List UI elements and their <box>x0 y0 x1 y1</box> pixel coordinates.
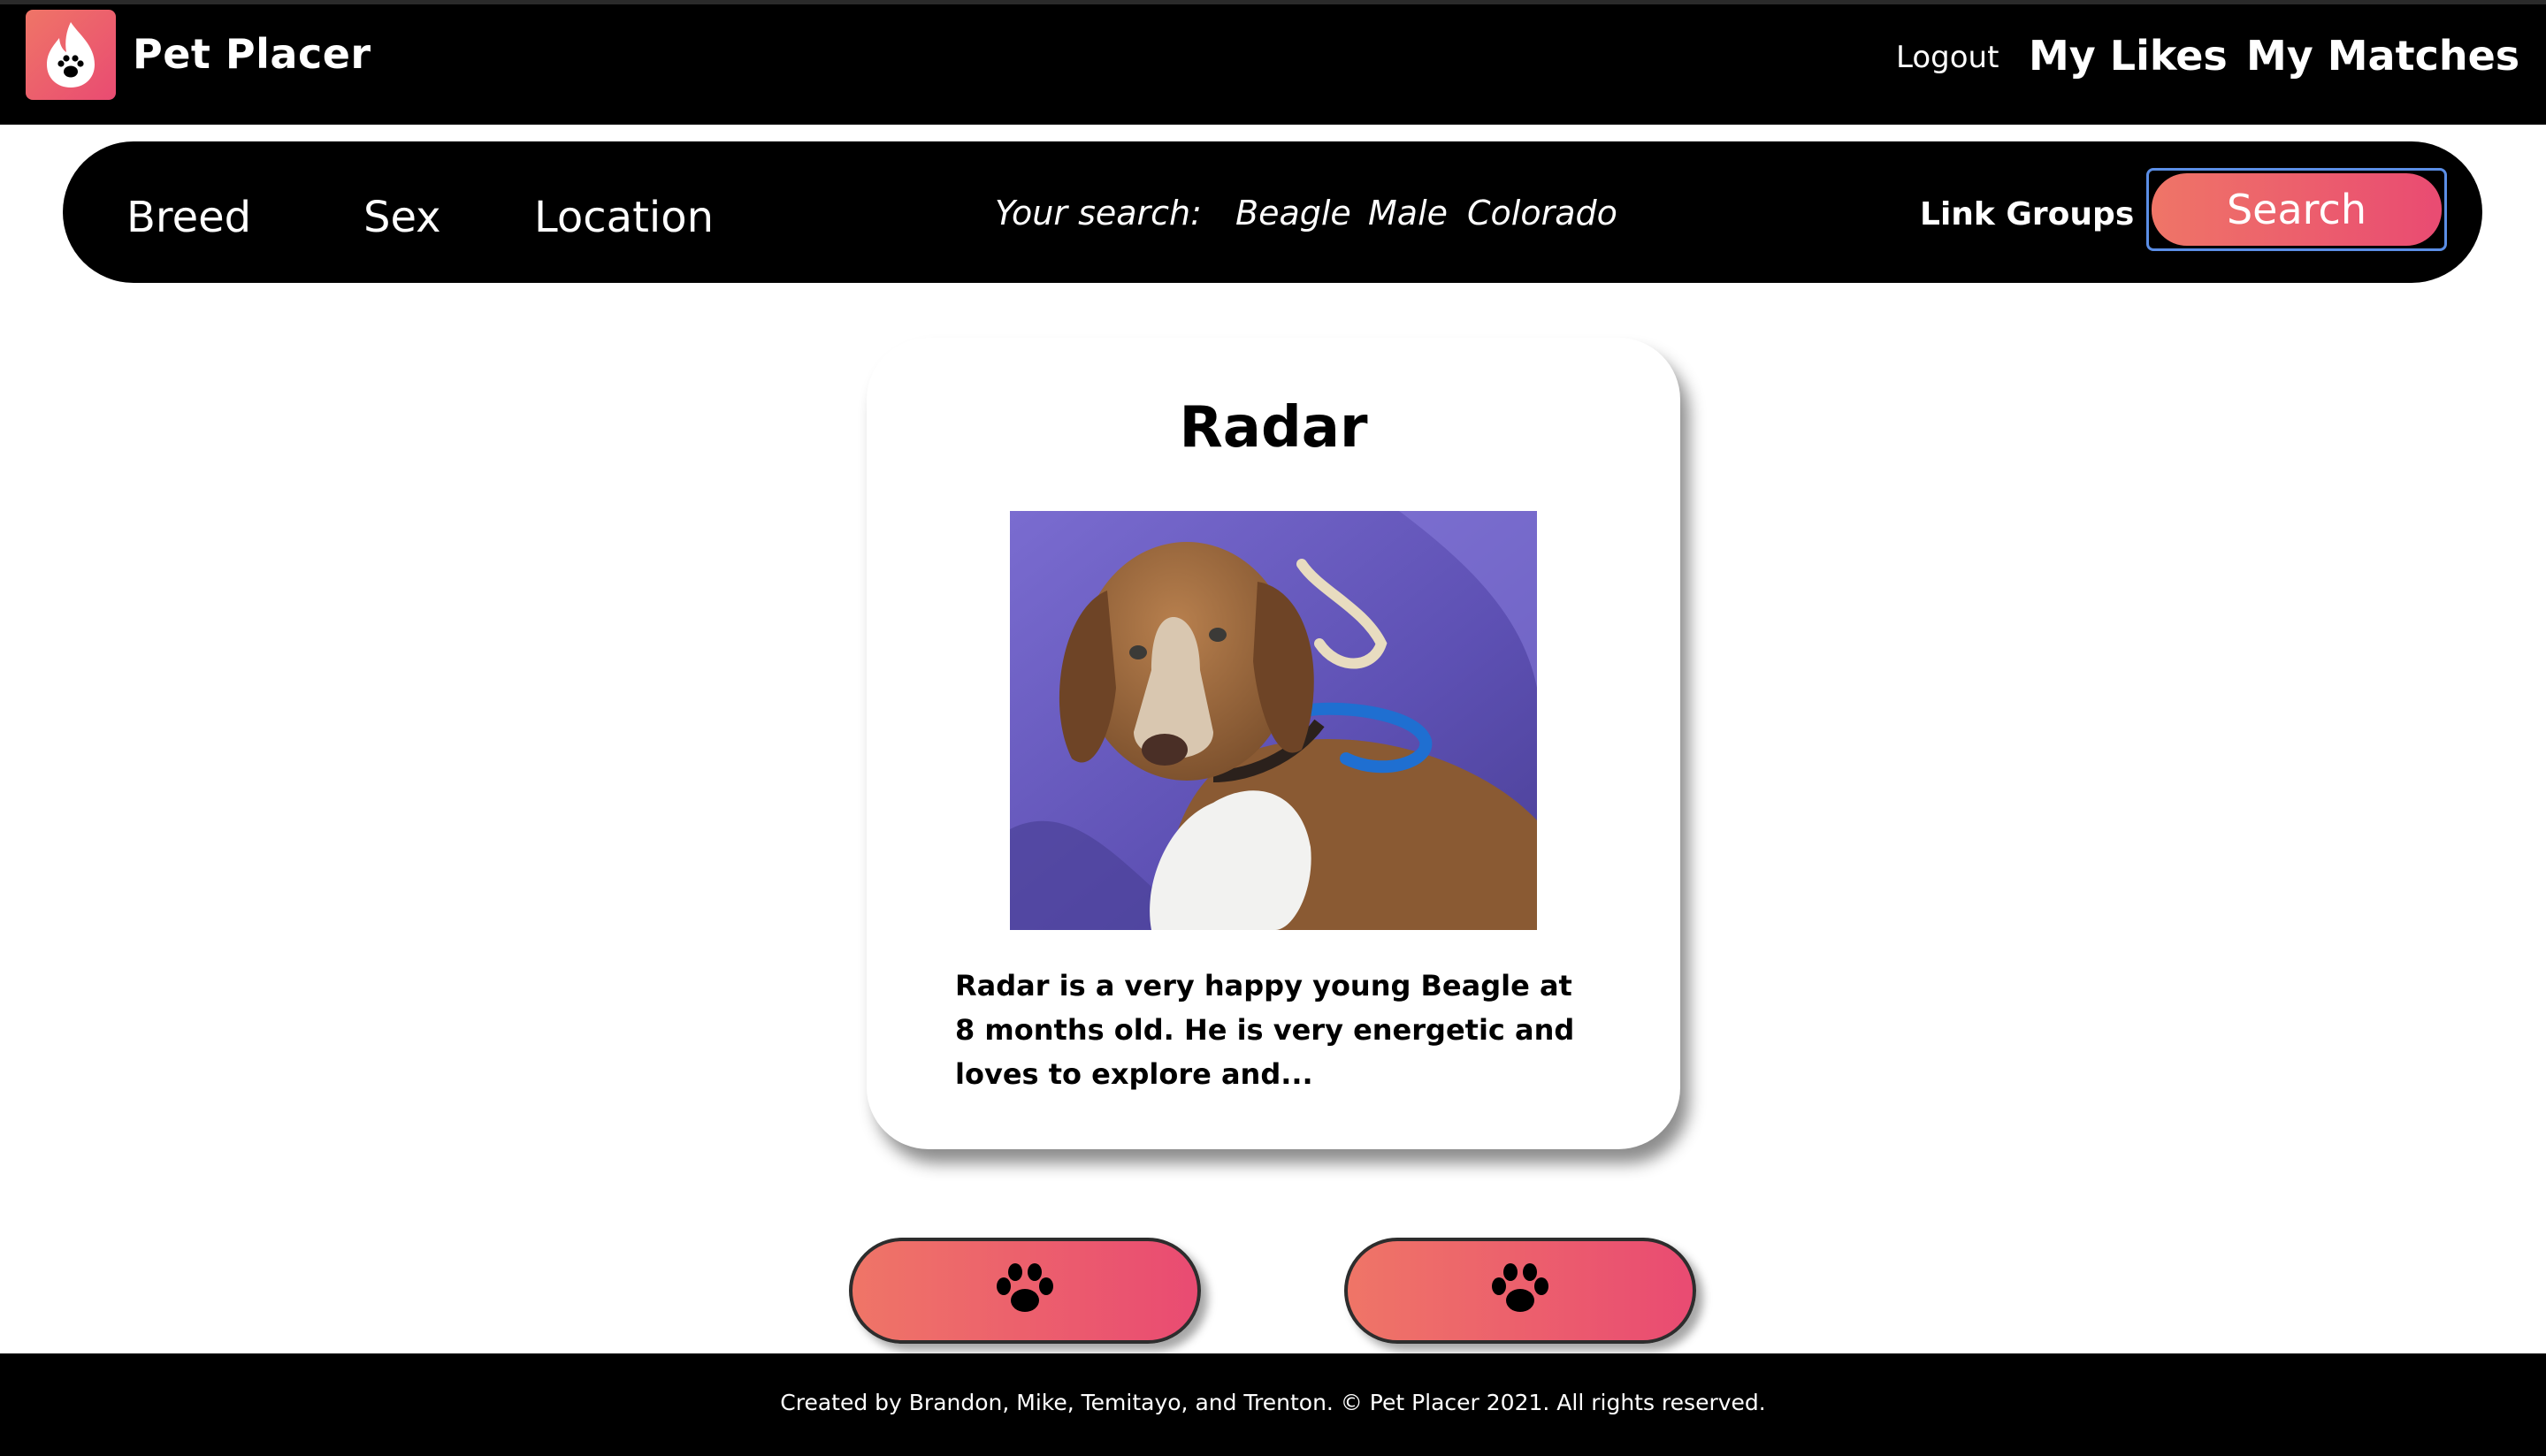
your-search-label: Your search: <box>995 194 1202 233</box>
search-button-label: Search <box>2152 173 2442 246</box>
search-chip-sex: Male <box>1368 194 1449 233</box>
breed-filter[interactable]: Breed <box>126 191 251 244</box>
my-matches-link[interactable]: My Matches <box>2246 29 2519 82</box>
my-likes-link[interactable]: My Likes <box>2029 29 2228 82</box>
paw-icon <box>1492 1263 1548 1312</box>
link-groups-link[interactable]: Link Groups <box>1920 193 2134 237</box>
search-button[interactable]: Search <box>2146 168 2447 251</box>
pass-paw-button[interactable] <box>849 1238 1201 1344</box>
pet-name: Radar <box>1179 395 1368 461</box>
logout-link[interactable]: Logout <box>1896 38 1999 77</box>
pet-card[interactable]: Radar Radar is a very happy young Beagle… <box>867 338 1680 1149</box>
like-paw-button[interactable] <box>1344 1238 1696 1344</box>
sex-filter[interactable]: Sex <box>363 191 441 244</box>
search-chip-breed: Beagle <box>1235 194 1351 233</box>
footer: Created by Brandon, Mike, Temitayo, and … <box>0 1353 2546 1456</box>
paw-icon <box>997 1263 1053 1312</box>
top-navbar: Pet Placer Logout My Likes My Matches <box>0 0 2546 125</box>
search-chip-location: Colorado <box>1467 194 1617 233</box>
pet-photo <box>1010 511 1537 930</box>
brand-name[interactable]: Pet Placer <box>133 27 371 80</box>
paw-flame-logo-icon[interactable] <box>26 10 116 100</box>
pet-description: Radar is a very happy young Beagle at 8 … <box>955 969 1575 1091</box>
footer-copyright: Created by Brandon, Mike, Temitayo, and … <box>780 1390 1766 1415</box>
search-filter-bar: Breed Sex Location Your search: Beagle M… <box>63 141 2482 283</box>
location-filter[interactable]: Location <box>534 191 714 244</box>
